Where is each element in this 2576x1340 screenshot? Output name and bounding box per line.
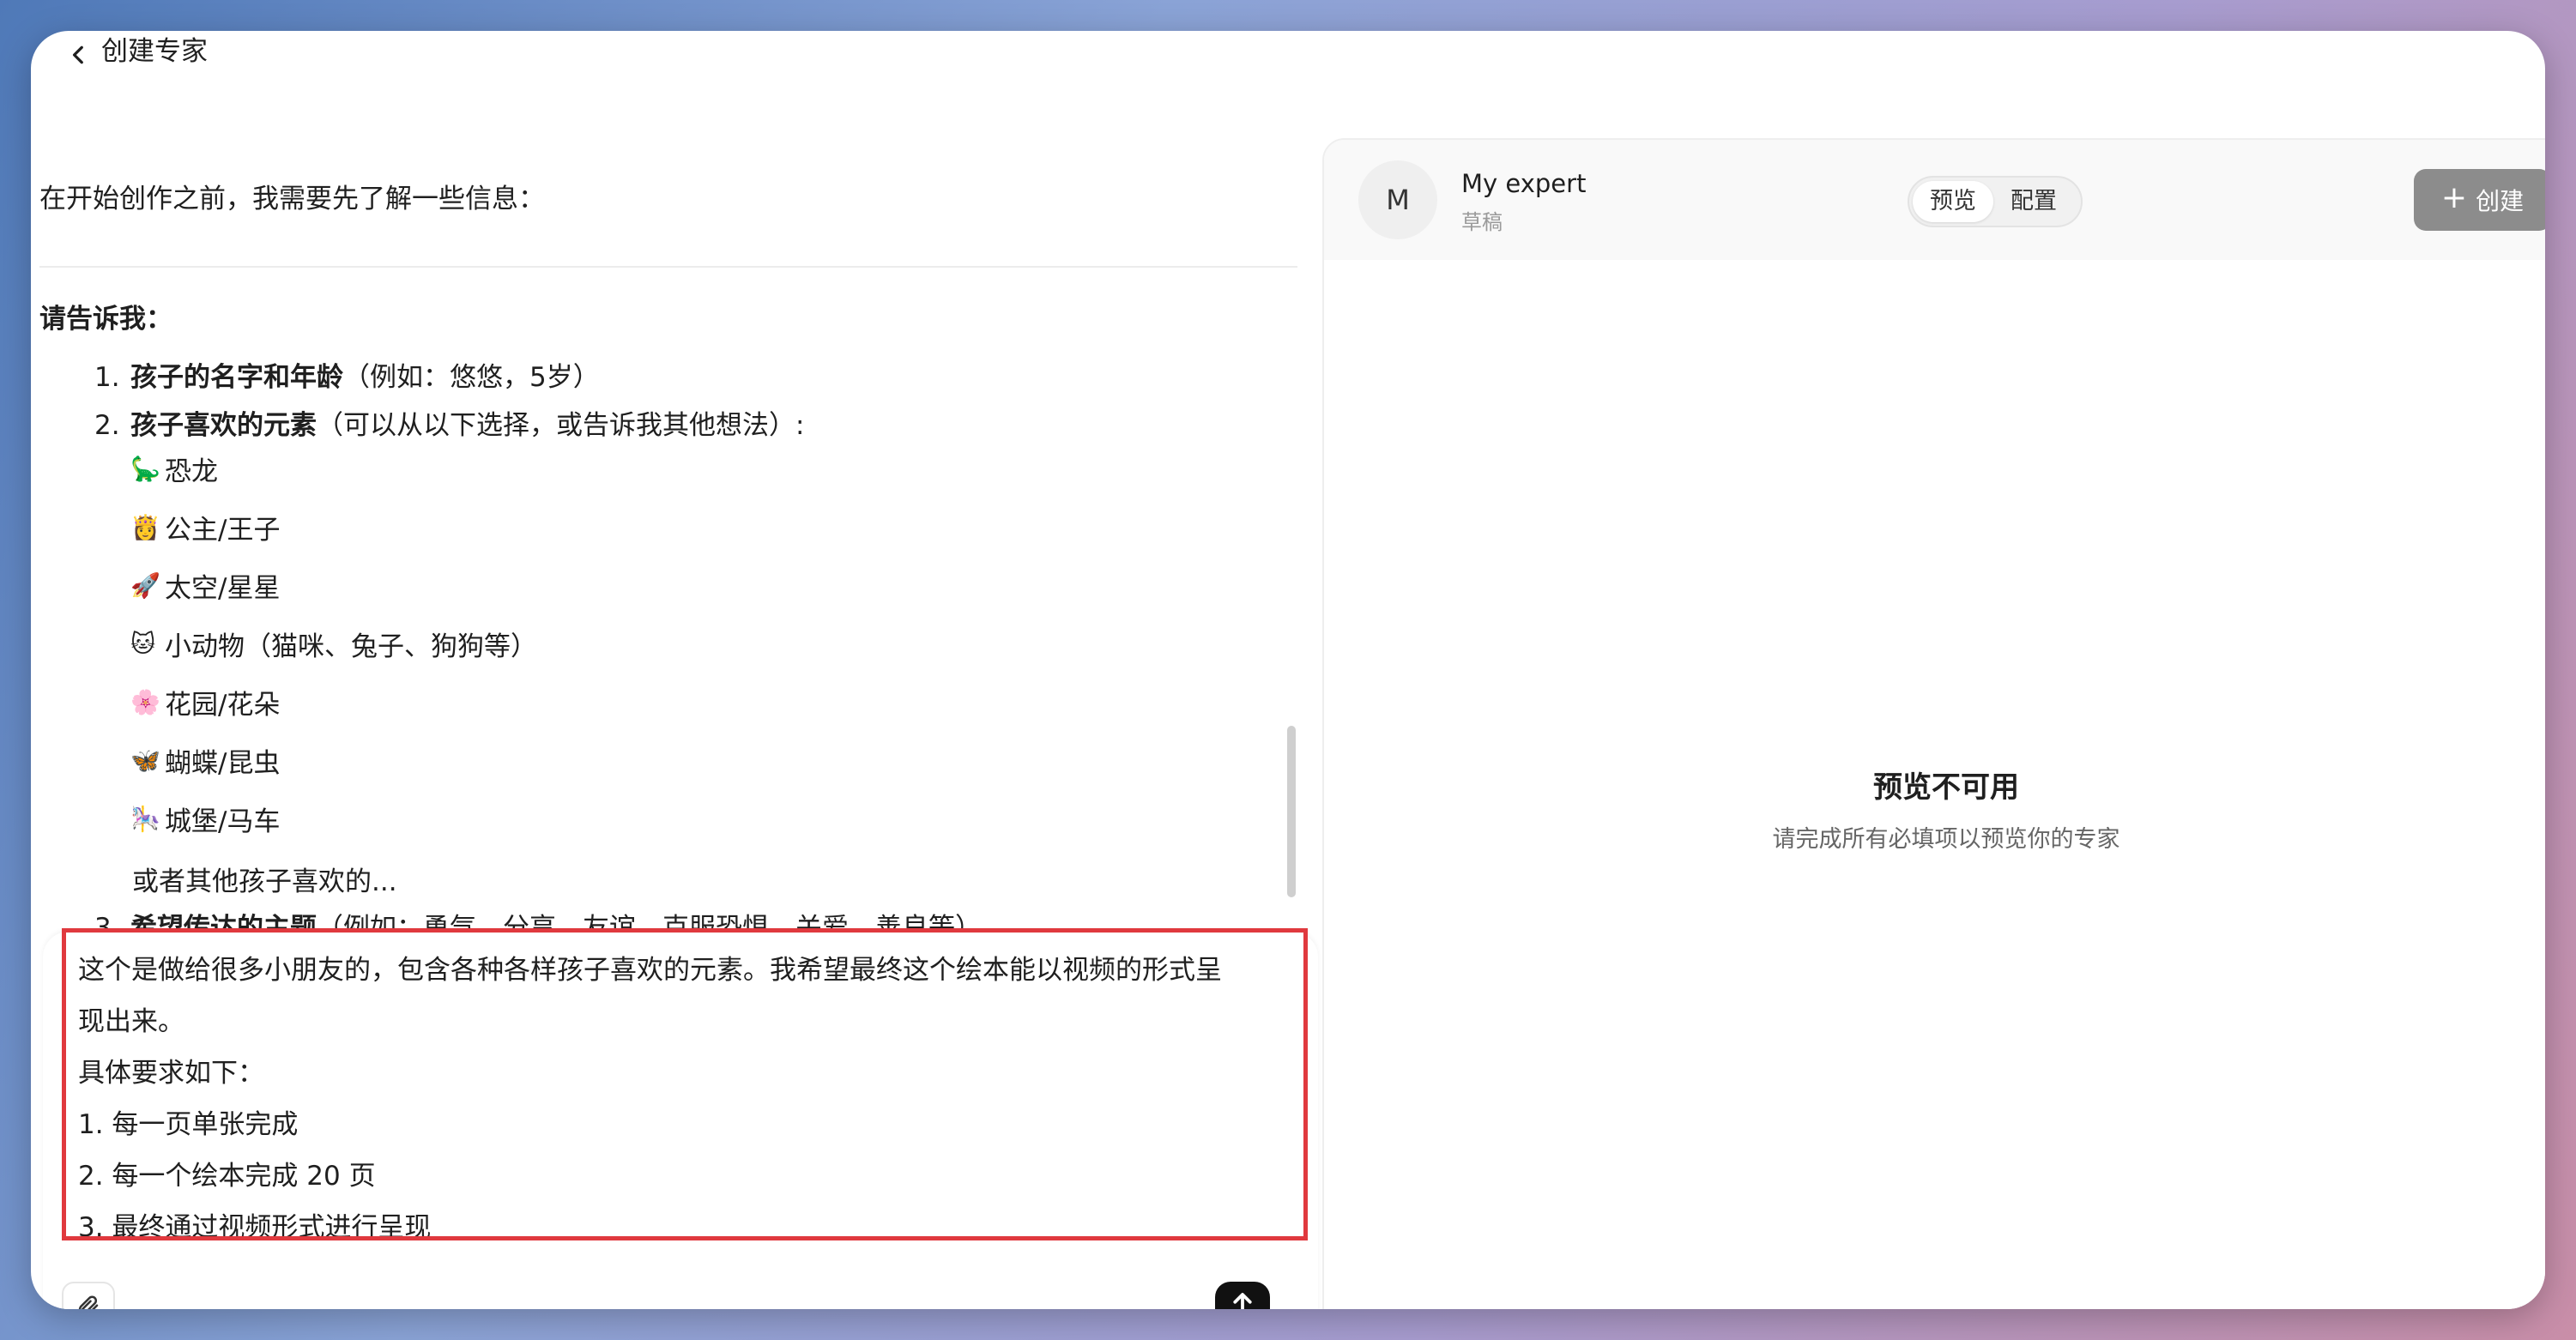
option-label: 太空/星星 (165, 573, 281, 604)
option-label: 蝴蝶/昆虫 (165, 748, 281, 779)
empty-state-subtitle: 请完成所有必填项以预览你的专家 (1772, 826, 2120, 853)
arrow-up-icon (1233, 1293, 1252, 1309)
list-number: 1. (94, 362, 120, 393)
list-item: 2. 孩子喜欢的元素（可以从以下选择，或告诉我其他想法）: (94, 403, 804, 442)
dinosaur-icon: 🦕 (130, 455, 160, 483)
option-item: 👸 公主/王子 (130, 508, 280, 546)
paperclip-icon (78, 1295, 99, 1309)
list-item-rest: （可以从以下选择，或告诉我其他想法）: (317, 410, 805, 441)
list-item-rest: （例如：悠悠，5岁） (343, 362, 600, 393)
list-number: 2. (94, 410, 120, 441)
create-button[interactable]: + 创建 (2414, 169, 2545, 231)
message-input[interactable]: 这个是做给很多小朋友的，包含各种各样孩子喜欢的元素。我希望最终这个绘本能以视频的… (62, 928, 1308, 1240)
status-badge: 草稿 (1461, 210, 1503, 234)
option-label: 城堡/马车 (165, 806, 281, 837)
page-title: 创建专家 (101, 36, 208, 67)
option-item: 🎠 城堡/马车 (130, 800, 280, 838)
option-item: 🦋 蝴蝶/昆虫 (130, 741, 280, 780)
list-item-bold: 孩子的名字和年龄 (130, 362, 343, 393)
carousel-icon: 🎠 (130, 805, 160, 833)
option-label: 恐龙 (165, 456, 218, 487)
top-bar: 创建专家 (31, 31, 2545, 82)
chat-messages: 在开始创作之前，我需要先了解一些信息： 请告诉我： 1. 孩子的名字和年龄（例如：… (31, 134, 1318, 940)
attach-button[interactable] (62, 1282, 115, 1309)
butterfly-icon: 🦋 (130, 746, 160, 775)
rocket-icon: 🚀 (130, 571, 160, 600)
view-toggle: 预览 配置 (1908, 176, 2083, 227)
preview-header: M My expert 草稿 预览 配置 + 创建 (1324, 140, 2545, 260)
tab-preview[interactable]: 预览 (1913, 181, 1993, 222)
flower-icon: 🌸 (130, 688, 160, 716)
plus-icon: + (2440, 180, 2468, 215)
option-item: 🌸 花园/花朵 (130, 683, 280, 721)
option-item: 🚀 太空/星星 (130, 566, 280, 605)
option-item: 🦕 恐龙 (130, 450, 218, 488)
intro-text: 在开始创作之前，我需要先了解一些信息： (39, 184, 545, 214)
tell-me-heading: 请告诉我： (39, 304, 172, 335)
send-button[interactable] (1215, 1282, 1270, 1309)
expert-name: My expert (1461, 169, 1587, 198)
chat-scrollbar[interactable] (1287, 726, 1296, 897)
list-item-bold: 孩子喜欢的元素 (130, 410, 317, 441)
option-label: 花园/花朵 (165, 690, 281, 721)
option-other: 或者其他孩子喜欢的... (132, 866, 397, 897)
tab-config[interactable]: 配置 (1993, 181, 2074, 222)
option-label: 公主/王子 (165, 515, 281, 546)
option-item: 🐱 小动物（猫咪、兔子、狗狗等） (130, 625, 537, 663)
avatar: M (1358, 160, 1437, 239)
list-item: 1. 孩子的名字和年龄（例如：悠悠，5岁） (94, 355, 600, 394)
divider (39, 266, 1297, 268)
option-label: 小动物（猫咪、兔子、狗狗等） (165, 631, 537, 662)
back-button[interactable] (53, 31, 105, 81)
princess-icon: 👸 (130, 513, 160, 541)
cat-icon: 🐱 (130, 630, 156, 658)
app-window: 创建专家 在开始创作之前，我需要先了解一些信息： 请告诉我： 1. 孩子的名字和年… (31, 31, 2545, 1309)
preview-panel: M My expert 草稿 预览 配置 + 创建 预览不可用 请完成所有必填项… (1322, 138, 2545, 1309)
empty-state-title: 预览不可用 (1873, 770, 2019, 805)
chevron-left-icon (72, 45, 83, 64)
create-button-label: 创建 (2476, 187, 2525, 215)
